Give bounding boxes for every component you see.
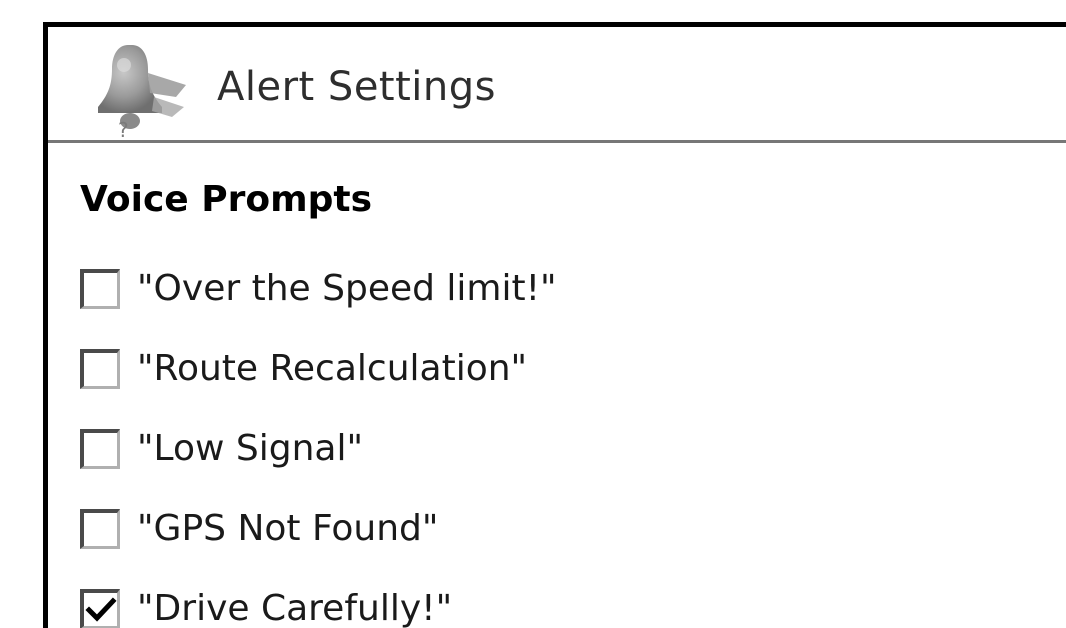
checkbox-drive-carefully[interactable] [80,589,120,628]
option-label: "GPS Not Found" [137,508,439,549]
option-drive-carefully[interactable]: "Drive Carefully!" [80,583,452,628]
option-label: "Route Recalculation" [137,348,528,389]
alert-bell-icon: ? [98,45,186,142]
window-title: Alert Settings [217,64,496,110]
checkmark-icon [85,597,117,622]
option-over-speed-limit[interactable]: "Over the Speed limit!" [80,263,557,315]
option-label: "Drive Carefully!" [137,588,453,628]
content-area: Voice Prompts "Over the Speed limit!" "R… [48,143,1066,628]
checkbox-low-signal[interactable] [80,429,120,469]
checkbox-gps-not-found[interactable] [80,509,120,549]
settings-window: ? Alert Settings Voice Prompts "Over the… [43,22,1066,628]
option-label: "Low Signal" [137,428,364,469]
checkbox-over-speed-limit[interactable] [80,269,120,309]
title-bar: ? Alert Settings [48,27,1066,143]
option-route-recalculation[interactable]: "Route Recalculation" [80,343,527,395]
screen: ? Alert Settings Voice Prompts "Over the… [0,0,1066,628]
svg-text:?: ? [118,118,129,142]
option-low-signal[interactable]: "Low Signal" [80,423,363,475]
voice-prompts-heading: Voice Prompts [80,179,373,220]
option-label: "Over the Speed limit!" [137,268,557,309]
option-gps-not-found[interactable]: "GPS Not Found" [80,503,438,555]
checkbox-route-recalculation[interactable] [80,349,120,389]
